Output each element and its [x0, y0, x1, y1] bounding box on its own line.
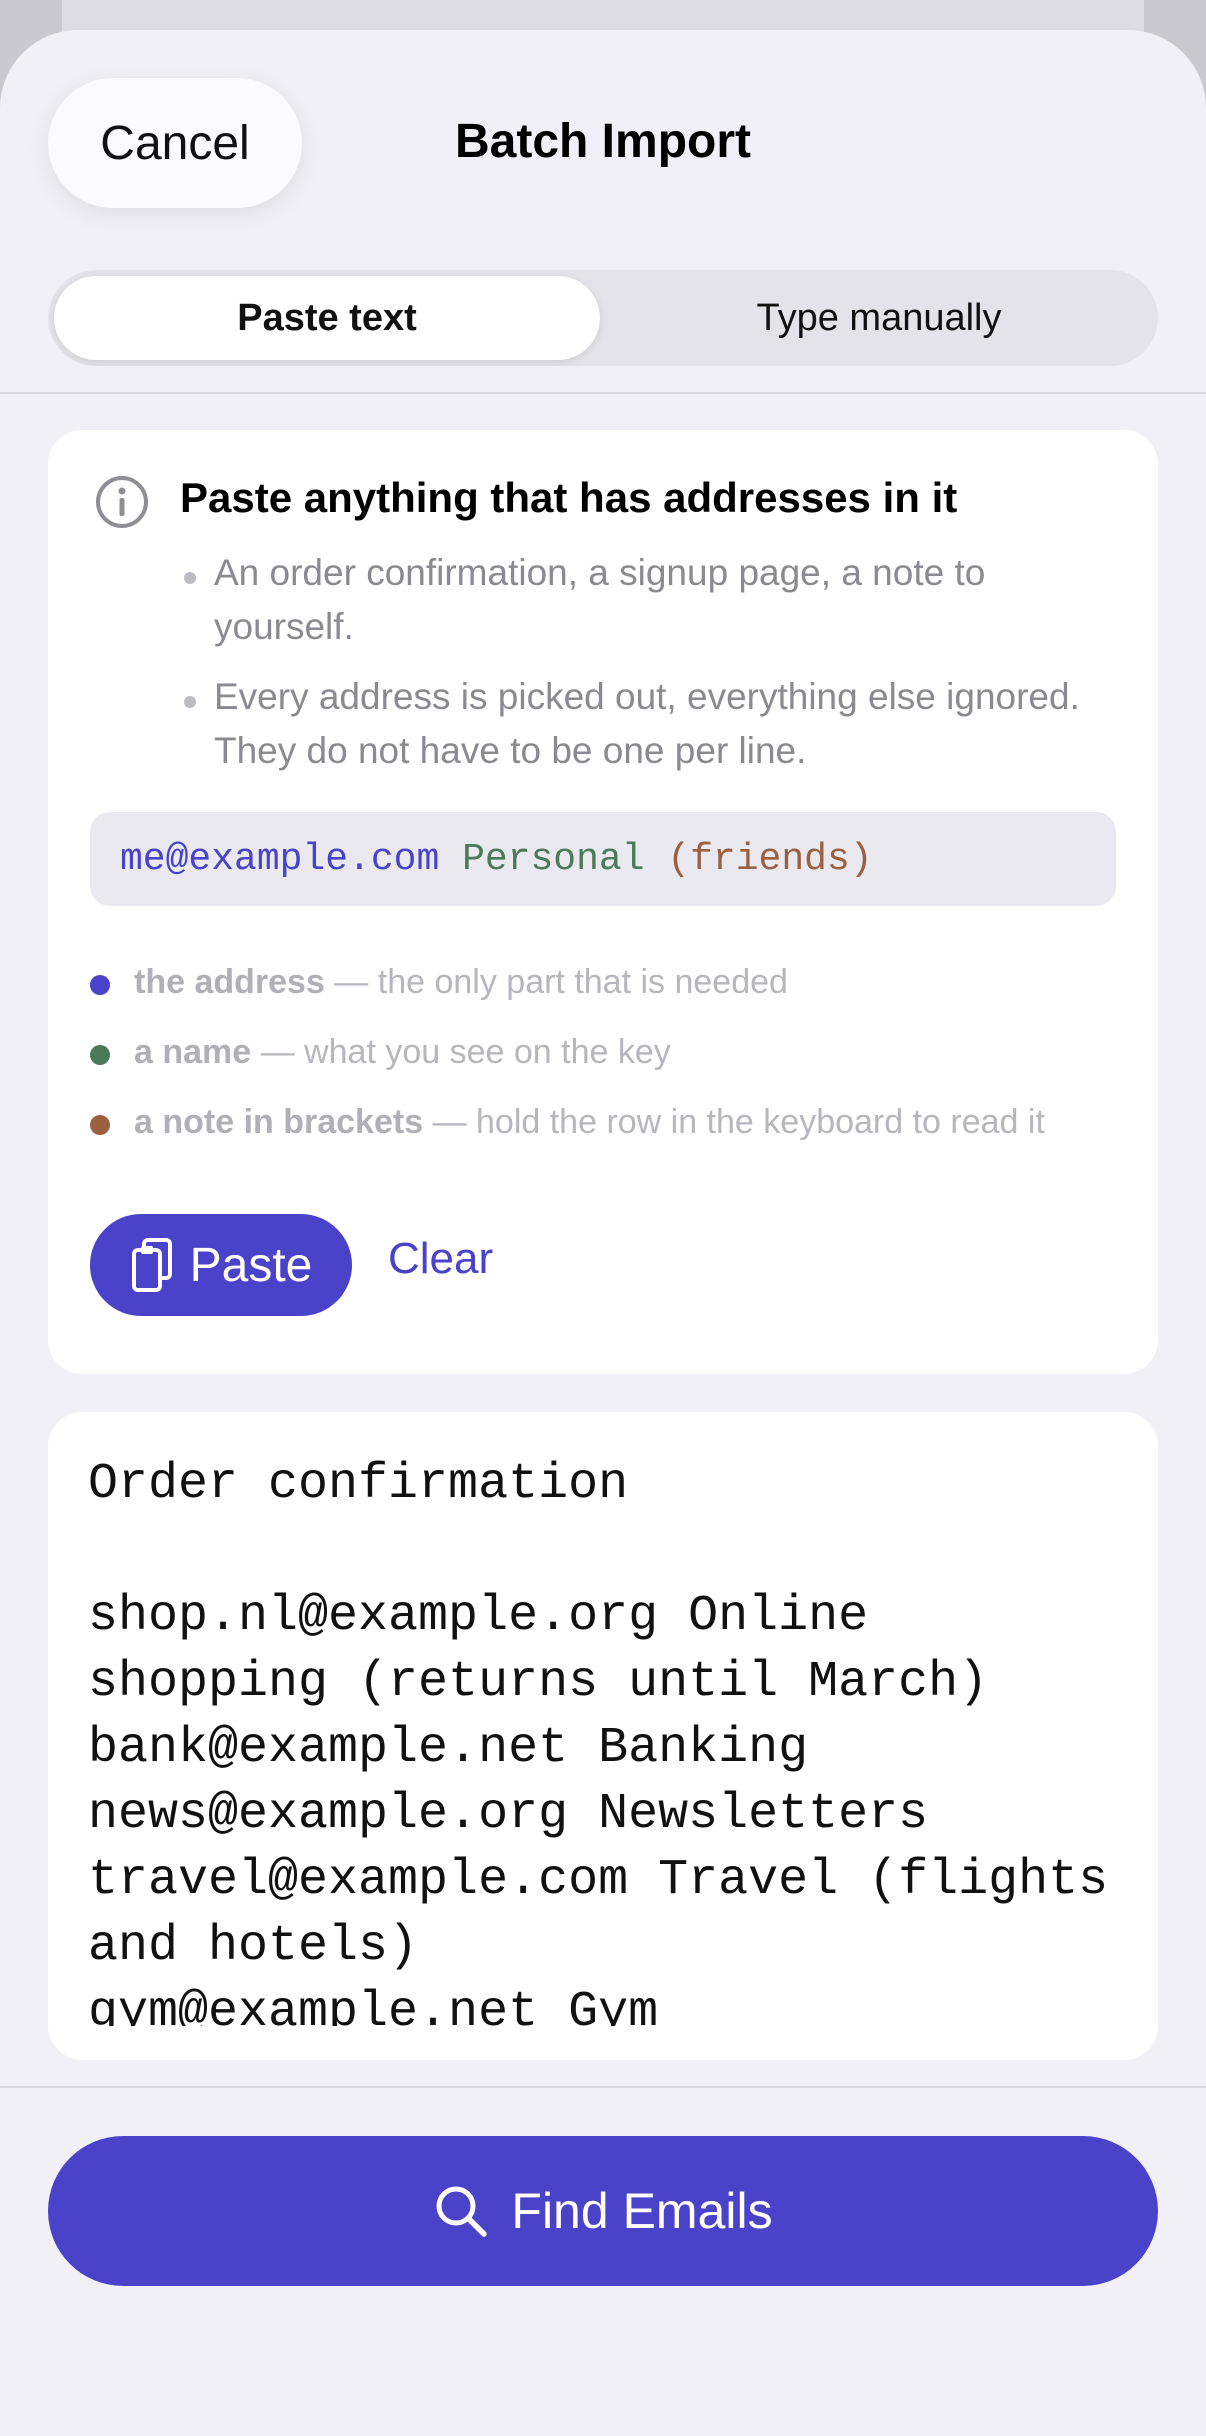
- info-bullet: An order confirmation, a signup page, a …: [180, 546, 1114, 654]
- page-title: Batch Import: [454, 115, 751, 168]
- legend-item-address: the address — the only part that is need…: [90, 958, 1090, 1006]
- note-color-dot: [90, 1115, 110, 1135]
- info-bullet: Every address is picked out, everything …: [180, 670, 1114, 778]
- clipboard-icon: [131, 1238, 172, 1292]
- legend-item-name: a name — what you see on the key: [90, 1028, 1090, 1076]
- info-title: Paste anything that has addresses in it: [180, 474, 958, 521]
- address-color-dot: [90, 975, 110, 995]
- search-icon: [436, 2186, 488, 2237]
- example-name: Personal: [462, 837, 645, 881]
- legend-item-note: a note in brackets — hold the row in the…: [90, 1098, 1090, 1146]
- paste-label: Paste: [189, 1238, 313, 1292]
- format-example: me@example.com Personal (friends): [90, 812, 1116, 906]
- example-address: me@example.com: [120, 837, 440, 881]
- paste-text-input[interactable]: Order confirmation shop.nl@example.org O…: [88, 1452, 1128, 2026]
- batch-import-sheet: Cancel Batch Import Paste text Type manu…: [0, 30, 1206, 2436]
- header-divider: [0, 392, 1206, 394]
- name-color-dot: [90, 1045, 110, 1065]
- find-emails-button[interactable]: Find Emails: [48, 2136, 1158, 2286]
- paste-button[interactable]: Paste: [90, 1214, 352, 1316]
- input-mode-segmented-control: Paste text Type manually: [48, 270, 1158, 366]
- clear-button[interactable]: Clear: [388, 1234, 493, 1284]
- segment-type-manually[interactable]: Type manually: [606, 276, 1152, 360]
- info-circle-icon: [96, 476, 148, 528]
- paste-text-card: Order confirmation shop.nl@example.org O…: [48, 1412, 1158, 2060]
- find-emails-label: Find Emails: [511, 2183, 773, 2239]
- example-note: (friends): [667, 837, 873, 881]
- segment-paste-text[interactable]: Paste text: [54, 276, 600, 360]
- info-card: Paste anything that has addresses in it …: [48, 430, 1158, 1374]
